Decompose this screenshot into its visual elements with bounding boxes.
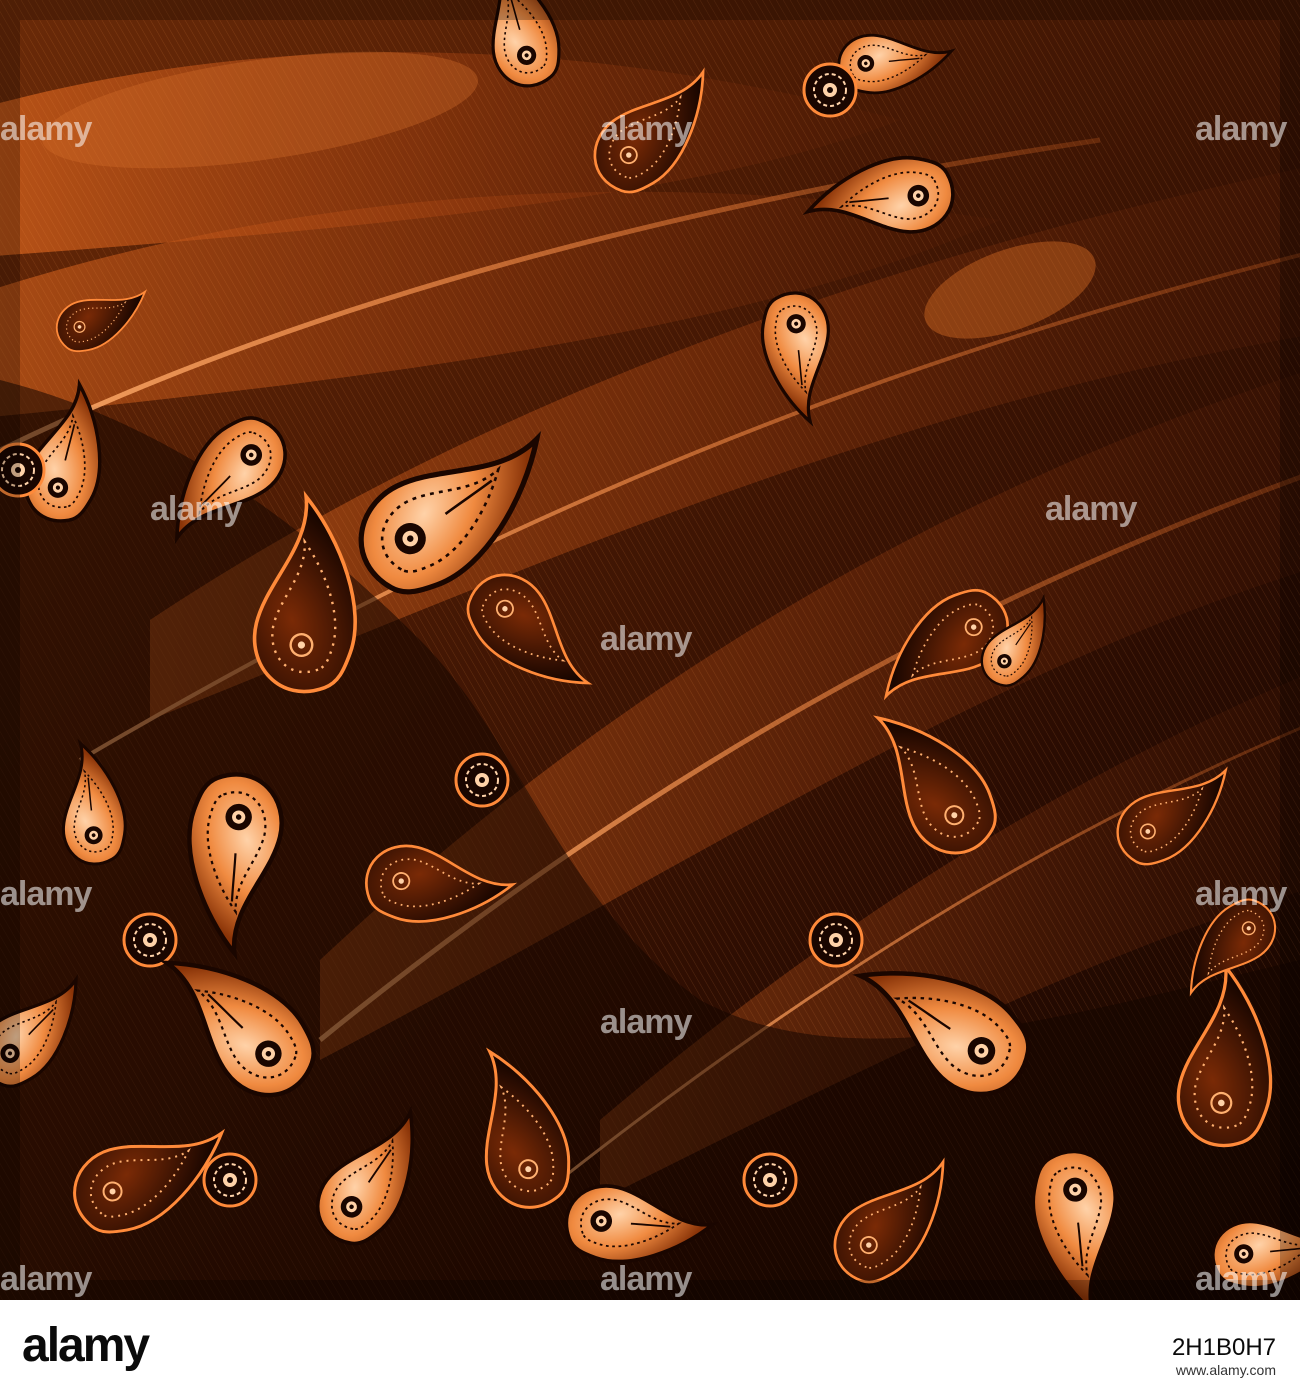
image-id-block: 2H1B0H7 www.alamy.com [1172, 1334, 1276, 1378]
paisley-feather-artwork: alamy alamy alamy alamy alamy alamy alam… [0, 0, 1300, 1300]
artwork-svg [0, 0, 1300, 1300]
footer-bar: alamy 2H1B0H7 www.alamy.com [0, 1300, 1300, 1390]
alamy-logo[interactable]: alamy [22, 1318, 150, 1373]
image-id: 2H1B0H7 [1171, 1334, 1276, 1361]
image-stage: alamy alamy alamy alamy alamy alamy alam… [0, 0, 1300, 1390]
site-url[interactable]: www.alamy.com [1172, 1362, 1276, 1378]
